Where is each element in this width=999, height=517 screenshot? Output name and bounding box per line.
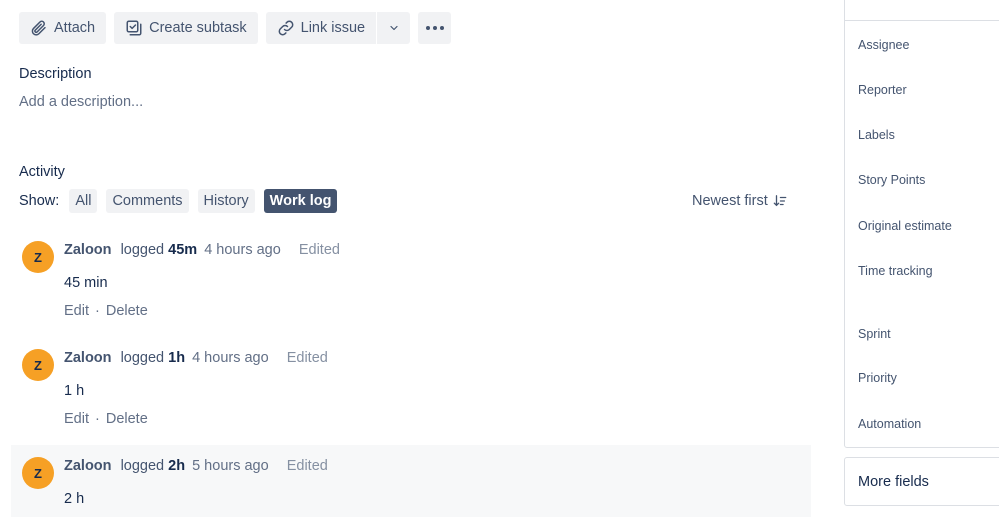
sort-label: Newest first xyxy=(692,193,768,209)
edited-indicator: Edited xyxy=(286,350,328,366)
create-subtask-label: Create subtask xyxy=(149,20,247,36)
field-label-automation: Automation xyxy=(858,417,922,431)
link-issue-label: Link issue xyxy=(300,20,366,36)
sort-descending-icon xyxy=(773,195,787,207)
field-label-priority: Priority xyxy=(858,371,897,385)
link-issue-button[interactable]: Link issue xyxy=(265,12,377,44)
avatar[interactable]: Z xyxy=(22,349,54,381)
link-issue-split-button: Link issue xyxy=(265,12,411,44)
avatar[interactable]: Z xyxy=(22,241,54,273)
action-separator: · xyxy=(95,303,100,319)
issue-toolbar: Attach Create subtask Link issue xyxy=(19,12,452,44)
filter-all[interactable]: All xyxy=(69,189,98,213)
action-separator: · xyxy=(95,411,100,427)
worklog-verb: logged xyxy=(120,242,165,258)
worklog-meta: Zaloon logged 2h 5 hours ago Edited xyxy=(64,458,328,474)
link-icon xyxy=(278,20,294,36)
worklog-duration: 1h xyxy=(168,350,186,366)
edit-worklog-button[interactable]: Edit xyxy=(64,411,89,427)
filter-work-log[interactable]: Work log xyxy=(263,189,338,213)
delete-worklog-button[interactable]: Delete xyxy=(106,303,148,319)
edited-indicator: Edited xyxy=(298,242,340,258)
field-label-reporter: Reporter xyxy=(858,83,907,97)
worklog-entry-hovered: Z Zaloon logged 2h 5 hours ago Edited 2 … xyxy=(11,445,811,517)
edited-indicator: Edited xyxy=(286,458,328,474)
paperclip-icon xyxy=(31,20,46,36)
activity-heading: Activity xyxy=(19,164,65,180)
avatar[interactable]: Z xyxy=(22,457,54,489)
worklog-author[interactable]: Zaloon xyxy=(64,458,112,474)
field-label-original-estimate: Original estimate xyxy=(858,219,952,233)
link-issue-dropdown-button[interactable] xyxy=(377,12,411,44)
worklog-verb: logged xyxy=(120,350,165,366)
worklog-meta: Zaloon logged 45m 4 hours ago Edited xyxy=(64,242,340,258)
description-heading: Description xyxy=(19,66,92,82)
worklog-body: 2 h xyxy=(64,491,85,507)
worklog-author[interactable]: Zaloon xyxy=(64,242,112,258)
field-label-sprint: Sprint xyxy=(858,327,891,341)
worklog-author[interactable]: Zaloon xyxy=(64,350,112,366)
worklog-actions: Edit · Delete xyxy=(64,411,148,427)
worklog-timestamp: 4 hours ago xyxy=(192,350,269,366)
create-subtask-button[interactable]: Create subtask xyxy=(114,12,258,44)
description-input[interactable]: Add a description... xyxy=(19,94,143,110)
worklog-meta: Zaloon logged 1h 4 hours ago Edited xyxy=(64,350,328,366)
worklog-actions: Edit · Delete xyxy=(64,303,148,319)
worklog-body: 1 h xyxy=(64,383,85,399)
details-header-divider xyxy=(845,20,999,21)
more-fields-panel[interactable]: More fields xyxy=(844,457,999,506)
chevron-down-icon xyxy=(390,25,398,31)
worklog-timestamp: 5 hours ago xyxy=(192,458,269,474)
delete-worklog-button[interactable]: Delete xyxy=(106,411,148,427)
more-actions-button[interactable] xyxy=(418,12,452,44)
subtask-icon xyxy=(126,20,142,36)
attach-button[interactable]: Attach xyxy=(19,12,107,44)
sort-order-button[interactable]: Newest first xyxy=(692,193,787,209)
worklog-body: 45 min xyxy=(64,275,108,291)
field-label-story-points: Story Points xyxy=(858,173,926,187)
worklog-entry: Z Zaloon logged 45m 4 hours ago Edited 4… xyxy=(11,233,811,331)
worklog-verb: logged xyxy=(120,458,165,474)
details-panel: Assignee Reporter Labels Story Points Or… xyxy=(844,0,999,448)
worklog-entry: Z Zaloon logged 1h 4 hours ago Edited 1 … xyxy=(11,341,811,439)
field-label-labels: Labels xyxy=(858,128,895,142)
worklog-duration: 45m xyxy=(168,242,198,258)
field-label-time-tracking: Time tracking xyxy=(858,264,933,278)
field-label-assignee: Assignee xyxy=(858,38,910,52)
attach-label: Attach xyxy=(54,20,96,36)
filter-comments[interactable]: Comments xyxy=(106,189,189,213)
worklog-timestamp: 4 hours ago xyxy=(204,242,281,258)
more-dots-icon xyxy=(425,26,444,30)
activity-filter-bar: Show: All Comments History Work log xyxy=(19,189,346,213)
edit-worklog-button[interactable]: Edit xyxy=(64,303,89,319)
filter-history[interactable]: History xyxy=(197,189,255,213)
show-label: Show: xyxy=(19,193,60,209)
worklog-duration: 2h xyxy=(168,458,186,474)
more-fields-toggle[interactable]: More fields xyxy=(858,474,929,490)
